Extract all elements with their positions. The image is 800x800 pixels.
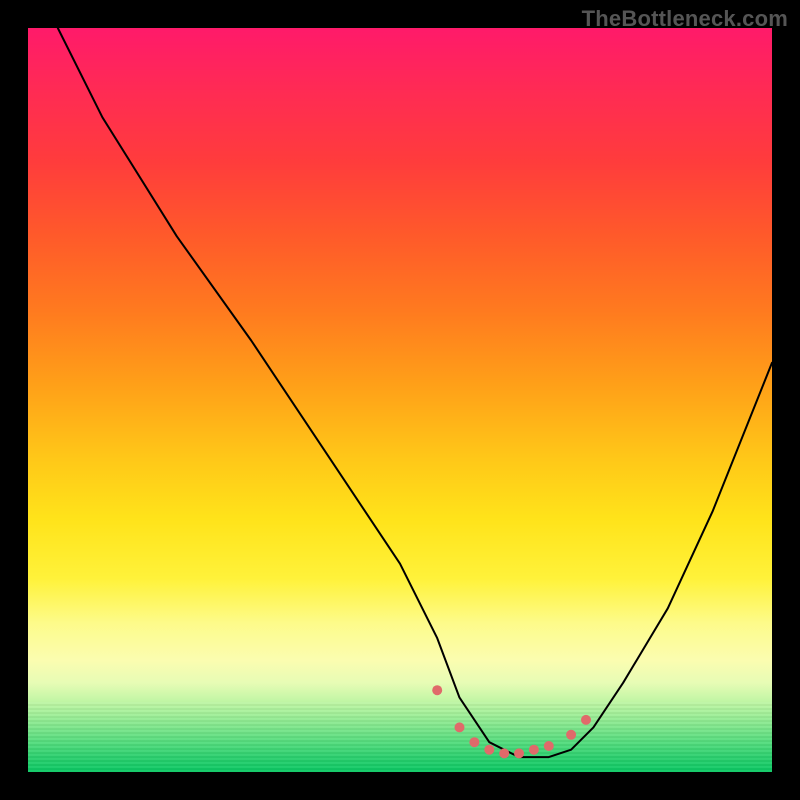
trough-marker [432,685,442,695]
trough-marker [499,748,509,758]
trough-marker [455,722,465,732]
bottleneck-curve-path [58,28,772,757]
trough-markers [432,685,591,758]
trough-marker [469,737,479,747]
bottleneck-curve [58,28,772,757]
curve-svg [28,28,772,772]
trough-marker [484,745,494,755]
trough-marker [544,741,554,751]
watermark-text: TheBottleneck.com [582,6,788,32]
trough-marker [529,745,539,755]
trough-marker [566,730,576,740]
chart-frame: TheBottleneck.com [0,0,800,800]
trough-marker [581,715,591,725]
trough-marker [514,748,524,758]
plot-area [28,28,772,772]
